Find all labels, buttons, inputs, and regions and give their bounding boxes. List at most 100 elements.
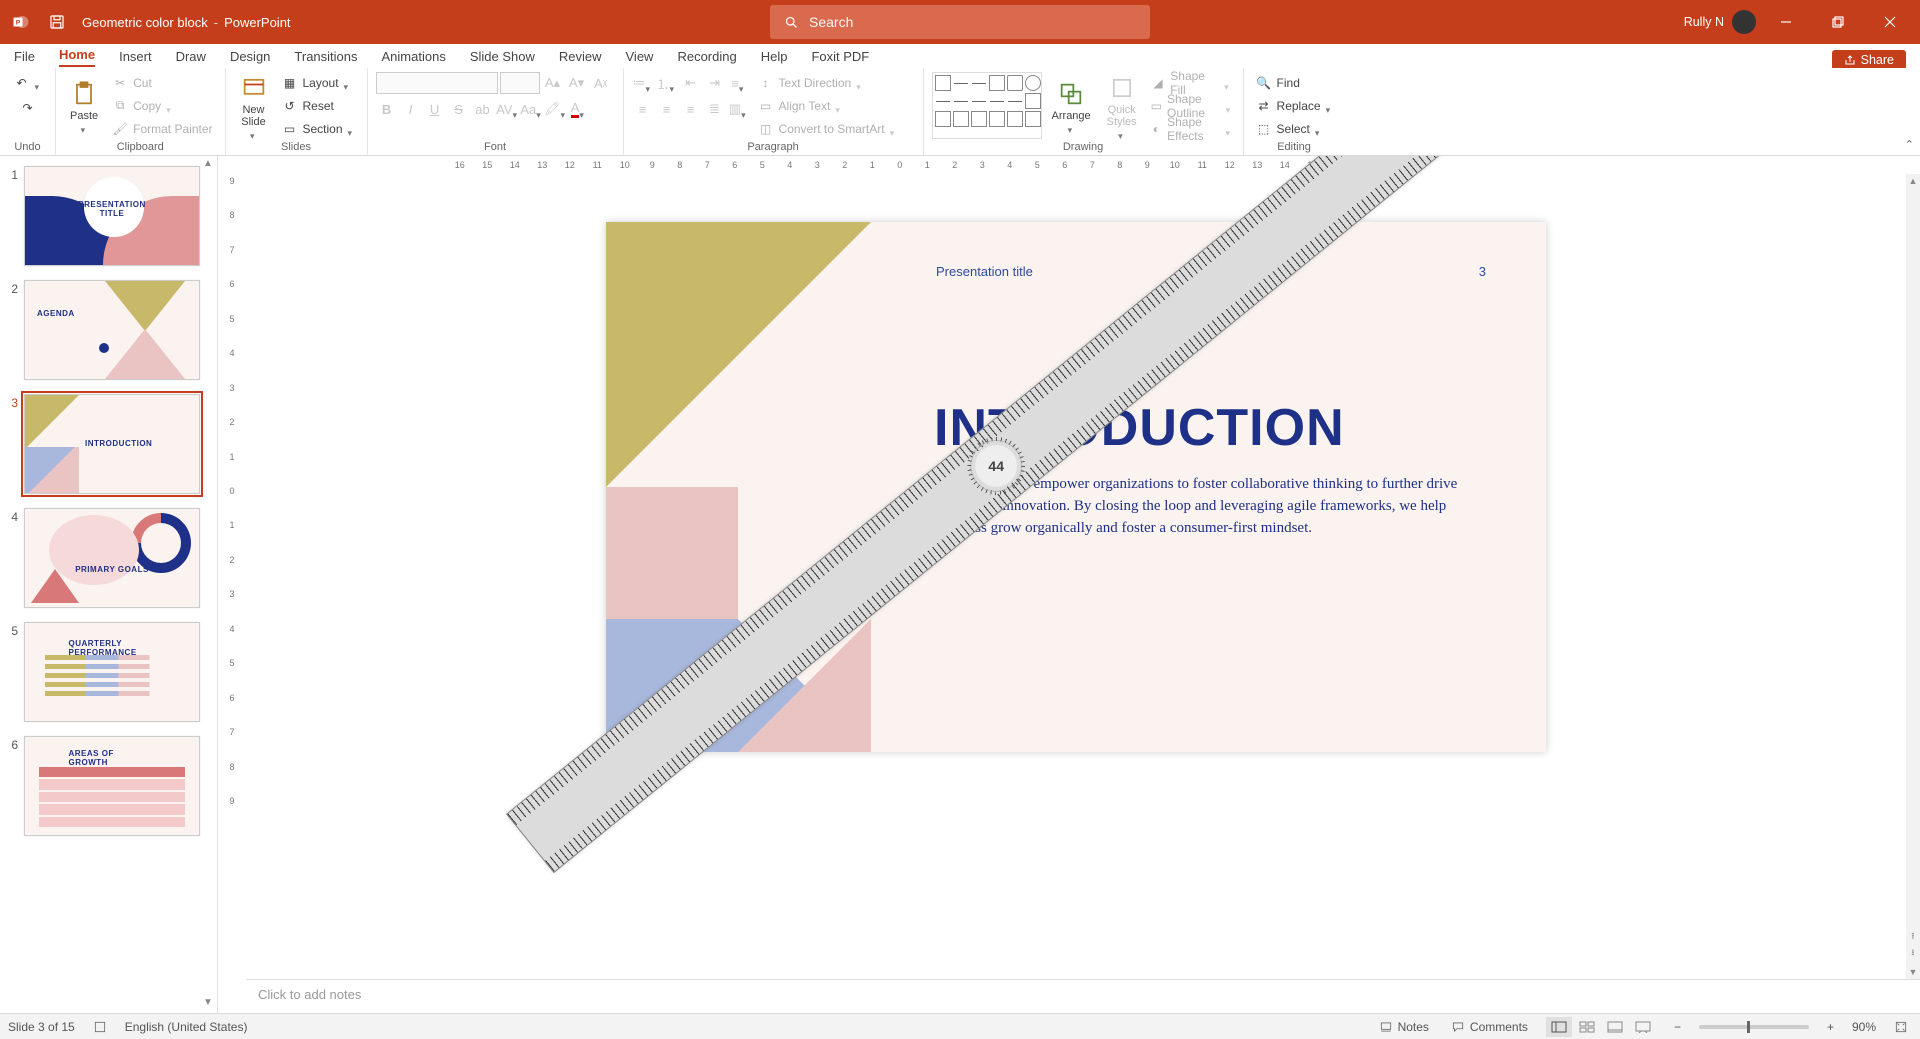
arrange-button[interactable]: Arrange <box>1046 72 1097 139</box>
scroll-up-icon[interactable]: ▲ <box>1908 176 1918 186</box>
thumbnail-slide-4[interactable]: 4PRIMARY GOALS <box>4 508 213 608</box>
quick-styles-button[interactable]: Quick Styles <box>1101 72 1143 139</box>
slide-header[interactable]: Presentation title <box>936 264 1033 279</box>
reading-view-button[interactable] <box>1602 1017 1628 1037</box>
fit-to-window-button[interactable] <box>1890 1020 1912 1034</box>
tab-review[interactable]: Review <box>559 46 602 67</box>
copy-button[interactable]: ⧉Copy <box>108 95 216 116</box>
align-left-button[interactable]: ≡ <box>632 98 654 120</box>
slide-page-number[interactable]: 3 <box>1479 264 1486 279</box>
replace-button[interactable]: ⇄Replace <box>1252 95 1337 116</box>
zoom-out-button[interactable]: − <box>1670 1020 1685 1034</box>
tab-recording[interactable]: Recording <box>677 46 736 67</box>
ruler-angle-indicator[interactable]: 44 <box>971 441 1021 491</box>
layout-button[interactable]: ▦Layout <box>278 72 359 93</box>
slide-canvas-area[interactable]: Presentation title 3 INTRODUCTION At Con… <box>246 174 1906 1013</box>
normal-view-button[interactable] <box>1546 1017 1572 1037</box>
numbering-button[interactable]: ⒈ <box>656 72 678 94</box>
increase-font-button[interactable]: A▴ <box>542 72 564 94</box>
char-spacing-button[interactable]: AV <box>496 98 518 120</box>
decrease-font-button[interactable]: A▾ <box>566 72 588 94</box>
notes-pane[interactable]: Click to add notes <box>246 979 1920 1013</box>
slideshow-view-button[interactable] <box>1630 1017 1656 1037</box>
redo-button[interactable]: ↷ <box>16 97 40 118</box>
bullets-button[interactable]: ≔ <box>632 72 654 94</box>
justify-button[interactable]: ≣ <box>704 98 726 120</box>
align-center-button[interactable]: ≡ <box>656 98 678 120</box>
language-status[interactable]: English (United States) <box>125 1020 248 1034</box>
highlight-button[interactable]: 🖍 <box>544 98 566 120</box>
editor-vertical-scrollbar[interactable]: ▲ ⭱ ⭳ ▼ <box>1906 174 1920 979</box>
font-color-button[interactable]: A <box>568 98 590 120</box>
tab-help[interactable]: Help <box>761 46 788 67</box>
italic-button[interactable]: I <box>400 98 422 120</box>
tab-design[interactable]: Design <box>230 46 270 67</box>
bold-button[interactable]: B <box>376 98 398 120</box>
sorter-view-button[interactable] <box>1574 1017 1600 1037</box>
strikethrough-button[interactable]: S <box>448 98 470 120</box>
minimize-button[interactable] <box>1764 0 1808 44</box>
tab-slide-show[interactable]: Slide Show <box>470 46 535 67</box>
shape-effects-button[interactable]: ◐Shape Effects <box>1147 118 1235 139</box>
thumbnail-slide-2[interactable]: 2AGENDA <box>4 280 213 380</box>
cut-button[interactable]: ✂Cut <box>108 72 216 93</box>
increase-indent-button[interactable]: ⇥ <box>704 72 726 94</box>
collapse-ribbon-button[interactable]: ⌃ <box>1905 138 1914 151</box>
thumbnail-slide-1[interactable]: 1PRESENTATIONTITLE <box>4 166 213 266</box>
zoom-in-button[interactable]: + <box>1823 1020 1838 1034</box>
user-avatar[interactable] <box>1732 10 1756 34</box>
shape-outline-button[interactable]: ▭Shape Outline <box>1147 95 1235 116</box>
clear-formatting-button[interactable]: Aᵡ <box>590 72 612 94</box>
line-spacing-button[interactable]: ≡ <box>728 72 750 94</box>
select-button[interactable]: ⬚Select <box>1252 118 1337 139</box>
next-slide-icon[interactable]: ⭳ <box>1908 945 1918 955</box>
reset-button[interactable]: ↺Reset <box>278 95 359 116</box>
share-button[interactable]: Share <box>1832 50 1906 70</box>
tab-home[interactable]: Home <box>59 44 95 67</box>
decrease-indent-button[interactable]: ⇤ <box>680 72 702 94</box>
close-button[interactable] <box>1868 0 1912 44</box>
section-button[interactable]: ▭Section <box>278 118 359 139</box>
tab-foxit-pdf[interactable]: Foxit PDF <box>811 46 869 67</box>
find-button[interactable]: 🔍Find <box>1252 72 1337 93</box>
change-case-button[interactable]: Aa <box>520 98 542 120</box>
thumb-scroll-up[interactable]: ▲ <box>201 158 215 172</box>
search-box[interactable]: Search <box>770 5 1150 39</box>
tab-transitions[interactable]: Transitions <box>294 46 357 67</box>
new-slide-button[interactable]: New Slide <box>234 72 274 139</box>
align-text-button[interactable]: ▭Align Text <box>754 95 901 116</box>
font-size-input[interactable] <box>500 72 540 94</box>
tab-draw[interactable]: Draw <box>176 46 206 67</box>
shape-fill-button[interactable]: ◢Shape Fill <box>1147 72 1235 93</box>
notes-toggle[interactable]: Notes <box>1375 1020 1433 1034</box>
zoom-slider[interactable] <box>1699 1025 1809 1029</box>
font-name-input[interactable] <box>376 72 498 94</box>
restore-button[interactable] <box>1816 0 1860 44</box>
undo-button[interactable]: ↶ <box>10 72 46 93</box>
thumbnail-slide-5[interactable]: 5QUARTERLY PERFORMANCE <box>4 622 213 722</box>
zoom-level[interactable]: 90% <box>1852 1020 1876 1034</box>
columns-button[interactable]: ▥ <box>728 98 750 120</box>
accessibility-icon[interactable] <box>89 1020 111 1034</box>
scroll-down-icon[interactable]: ▼ <box>1908 967 1918 977</box>
format-painter-button[interactable]: 🖌Format Painter <box>108 118 216 139</box>
tab-view[interactable]: View <box>626 46 654 67</box>
prev-slide-icon[interactable]: ⭱ <box>1908 929 1918 939</box>
thumbnail-slide-6[interactable]: 6AREAS OF GROWTH <box>4 736 213 836</box>
slide-thumbnail-pane[interactable]: ▲ 1PRESENTATIONTITLE 2AGENDA 3INTRODUCTION… <box>0 156 218 1013</box>
comments-toggle[interactable]: Comments <box>1447 1020 1532 1034</box>
convert-smartart-button[interactable]: ◫Convert to SmartArt <box>754 118 901 139</box>
tab-file[interactable]: File <box>14 46 35 67</box>
shadow-button[interactable]: ab <box>472 98 494 120</box>
align-right-button[interactable]: ≡ <box>680 98 702 120</box>
thumbnail-slide-3[interactable]: 3INTRODUCTION <box>4 394 213 494</box>
thumb-scroll-down[interactable]: ▼ <box>201 997 215 1011</box>
user-name[interactable]: Rully N <box>1684 15 1724 29</box>
shapes-gallery[interactable] <box>932 72 1042 139</box>
paste-button[interactable]: Paste <box>64 72 104 139</box>
tab-insert[interactable]: Insert <box>119 46 152 67</box>
save-icon[interactable] <box>46 11 68 33</box>
underline-button[interactable]: U <box>424 98 446 120</box>
slide-counter[interactable]: Slide 3 of 15 <box>8 1020 75 1034</box>
text-direction-button[interactable]: ↕Text Direction <box>754 72 901 93</box>
